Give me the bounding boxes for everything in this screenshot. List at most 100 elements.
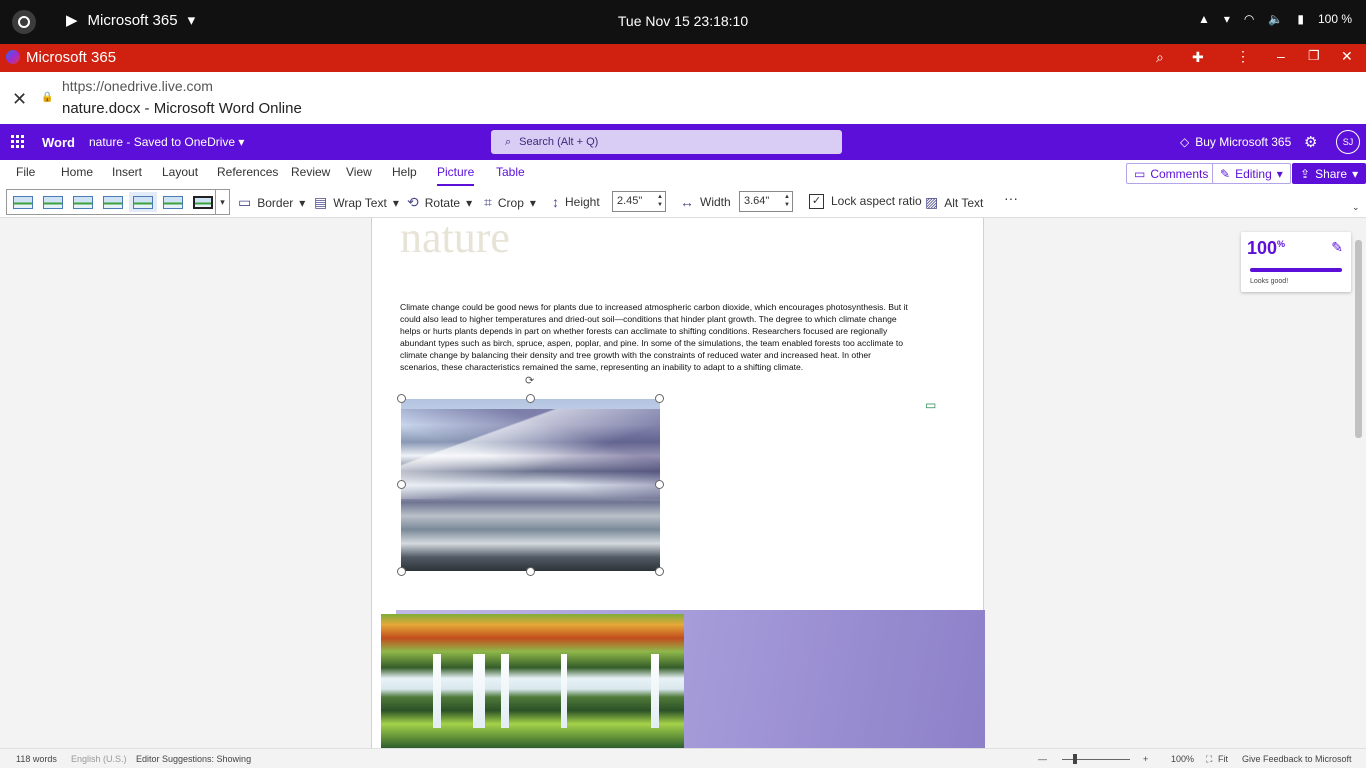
lock-aspect-checkbox[interactable]: ✓ xyxy=(809,194,824,209)
app-launcher-icon[interactable] xyxy=(11,135,25,149)
width-value: 3.64" xyxy=(744,195,770,207)
spin-arrows-icon[interactable]: ▲ ▼ xyxy=(784,193,790,209)
width-input[interactable]: 3.64" ▲ ▼ xyxy=(739,191,793,212)
tab-help[interactable]: Help xyxy=(392,165,417,179)
editor-score-card[interactable]: 100% ✎ Looks good! xyxy=(1241,232,1351,292)
crop-button[interactable]: ⌗ Crop ▾ xyxy=(484,194,536,211)
picture-style-5[interactable] xyxy=(129,192,157,212)
document-name[interactable]: nature - Saved to OneDrive ▾ xyxy=(89,135,244,149)
word-app-name[interactable]: Word xyxy=(42,135,75,150)
editor-pen-icon: ✎ xyxy=(1331,239,1343,255)
doc-name: nature xyxy=(89,135,124,149)
resize-handle[interactable] xyxy=(655,567,664,576)
tab-view[interactable]: View xyxy=(346,165,372,179)
rotate-icon: ⟲ xyxy=(407,194,419,210)
close-window-button[interactable]: ✕ xyxy=(1341,48,1353,65)
zoom-icon[interactable]: ⌕ xyxy=(1156,49,1164,66)
resize-handle[interactable] xyxy=(655,394,664,403)
close-icon[interactable]: ✕ xyxy=(12,89,27,110)
resize-handle[interactable] xyxy=(526,394,535,403)
resize-handle[interactable] xyxy=(526,567,535,576)
spin-arrows-icon[interactable]: ▲ ▼ xyxy=(657,193,663,209)
language[interactable]: English (U.S.) xyxy=(71,754,127,764)
search-box[interactable]: ⌕ Search (Alt + Q) xyxy=(491,130,842,154)
glacier-image[interactable] xyxy=(401,399,660,571)
height-icon: ↕ xyxy=(552,194,559,210)
resize-handle[interactable] xyxy=(397,567,406,576)
resize-handle[interactable] xyxy=(397,394,406,403)
wrap-text-button[interactable]: ▤ Wrap Text ▾ xyxy=(314,194,399,211)
chevron-down-icon: ▾ xyxy=(466,195,473,210)
editing-mode-button[interactable]: ✎ Editing ▾ xyxy=(1212,163,1291,184)
document-canvas: nature Climate change could be good news… xyxy=(0,218,1366,748)
waterfall-image[interactable] xyxy=(381,614,684,748)
picture-style-7[interactable] xyxy=(189,192,217,212)
buy-label: Buy Microsoft 365 xyxy=(1195,135,1292,149)
zoom-level[interactable]: 100% xyxy=(1171,754,1194,764)
resize-handle[interactable] xyxy=(397,480,406,489)
lock-icon: 🔒 xyxy=(41,92,54,103)
zoom-slider-thumb[interactable] xyxy=(1073,754,1077,764)
editing-label: Editing xyxy=(1235,166,1272,181)
wifi-icon: ◠ xyxy=(1243,12,1255,26)
browser-title-bar: Microsoft 365 ⌕ ✚ ⋮ – ❐ ✕ xyxy=(0,44,1366,72)
share-button[interactable]: ⇪ Share ▾ xyxy=(1292,163,1366,184)
clock[interactable]: Tue Nov 15 23:18:10 xyxy=(0,13,1366,29)
document-paragraph[interactable]: Climate change could be good news for pl… xyxy=(400,301,912,374)
chevron-down-icon: ▾ xyxy=(187,12,196,29)
gear-icon[interactable]: ⚙ xyxy=(1304,133,1317,151)
maximize-button[interactable]: ❐ xyxy=(1308,48,1320,64)
collapse-ribbon-icon[interactable]: ⌄ xyxy=(1352,202,1360,213)
word-count[interactable]: 118 words xyxy=(16,754,57,764)
tab-table[interactable]: Table xyxy=(496,165,525,179)
comment-marker-icon[interactable]: ▭ xyxy=(925,398,936,412)
document-page[interactable]: nature Climate change could be good news… xyxy=(371,218,985,748)
tab-file[interactable]: File xyxy=(16,165,35,179)
rotate-label: Rotate xyxy=(424,195,461,210)
activities-button[interactable] xyxy=(12,10,36,34)
height-input[interactable]: 2.45" ▲ ▼ xyxy=(612,191,666,212)
zoom-out-button[interactable]: — xyxy=(1038,754,1047,764)
app-logo-icon xyxy=(6,50,20,64)
feedback-link[interactable]: Give Feedback to Microsoft xyxy=(1242,754,1352,764)
active-app-menu[interactable]: ▶ Microsoft 365 ▾ xyxy=(66,11,196,30)
rotate-button[interactable]: ⟲ Rotate ▾ xyxy=(407,194,472,211)
more-menu-icon[interactable]: ⋮ xyxy=(1236,48,1250,65)
ribbon-tabs: File Home Insert Layout References Revie… xyxy=(0,160,1366,186)
tab-review[interactable]: Review xyxy=(291,165,330,179)
rotate-handle-icon[interactable]: ⟳ xyxy=(525,374,534,387)
more-options-icon[interactable]: ··· xyxy=(1004,190,1018,206)
minimize-button[interactable]: – xyxy=(1277,48,1285,64)
tab-insert[interactable]: Insert xyxy=(112,165,142,179)
system-tray[interactable]: ▲ ▾ ◠ 🔈 ▮ 100 % xyxy=(1198,12,1352,26)
picture-style-4[interactable] xyxy=(99,192,127,212)
avatar[interactable]: SJ xyxy=(1336,130,1360,154)
tab-layout[interactable]: Layout xyxy=(162,165,198,179)
chevron-down-icon[interactable]: ▾ xyxy=(215,190,229,214)
extensions-icon[interactable]: ✚ xyxy=(1192,49,1204,66)
picture-style-2[interactable] xyxy=(39,192,67,212)
url-text[interactable]: https://onedrive.live.com xyxy=(62,78,213,94)
picture-style-6[interactable] xyxy=(159,192,187,212)
resize-handle[interactable] xyxy=(655,480,664,489)
share-label: Share xyxy=(1315,166,1348,181)
picture-style-1[interactable] xyxy=(9,192,37,212)
zoom-in-button[interactable]: + xyxy=(1143,754,1148,764)
alt-text-button[interactable]: ▨ Alt Text xyxy=(925,194,983,211)
tab-picture[interactable]: Picture xyxy=(437,165,475,186)
fit-button[interactable]: Fit xyxy=(1218,754,1228,764)
chevron-down-icon: ▾ xyxy=(1352,166,1359,181)
buy-button[interactable]: ◇ Buy Microsoft 365 xyxy=(1180,135,1291,149)
editor-suggestions[interactable]: Editor Suggestions: Showing xyxy=(136,754,251,764)
tab-home[interactable]: Home xyxy=(61,165,93,179)
tab-references[interactable]: References xyxy=(217,165,278,179)
chevron-down-icon: ▾ xyxy=(1223,12,1230,26)
picture-style-3[interactable] xyxy=(69,192,97,212)
comments-button[interactable]: ▭ Comments xyxy=(1126,163,1217,184)
status-bar: 118 words English (U.S.) Editor Suggesti… xyxy=(0,748,1366,768)
search-icon: ⌕ xyxy=(505,135,512,148)
picture-styles-gallery[interactable]: ▾ xyxy=(6,189,230,215)
vertical-scrollbar[interactable] xyxy=(1355,240,1362,438)
border-button[interactable]: ▭ Border ▾ xyxy=(238,194,305,211)
document-heading[interactable]: nature xyxy=(400,218,510,263)
